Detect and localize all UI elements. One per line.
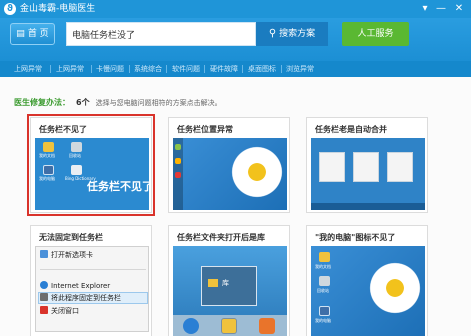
card-title: "我的电脑"图标不见了 [315, 233, 396, 242]
card-thumbnail [173, 138, 287, 210]
taskbar-app-icon [175, 172, 181, 178]
daisy-wallpaper-image [367, 260, 423, 316]
home-icon: ▤ [16, 29, 25, 39]
window-preview [319, 152, 345, 182]
daisy-wallpaper-image [229, 144, 285, 200]
nav-item-network[interactable]: 上网异常 [14, 61, 42, 77]
menu-item: 打开新选项卡 [40, 249, 93, 261]
recycle-bin-icon [319, 276, 330, 286]
nav-divider [91, 65, 92, 73]
tab-icon [40, 250, 48, 258]
search-button-label: 搜索方案 [279, 29, 316, 39]
solution-card-pin-taskbar[interactable]: 无法固定到任务栏 打开新选项卡 Internet Explorer 将此程序固定… [30, 225, 152, 336]
ie-icon [40, 281, 48, 289]
category-nav: 上网异常 上网异常 卡慢问题 系统综合 软件问题 硬件故障 桌面图标 浏览异常 [0, 61, 471, 77]
desktop-icon-label: 我的文档 [315, 264, 331, 269]
menu-item-label: 打开新选项卡 [51, 251, 93, 259]
nav-item-system[interactable]: 系统综合 [134, 61, 162, 77]
menu-item-label: 将此程序固定到任务栏 [51, 294, 121, 302]
taskbar-strip [311, 203, 425, 210]
solution-card-taskbar-library[interactable]: 任务栏文件夹打开后是库 库 [168, 225, 290, 336]
search-icon: ⚲ [268, 28, 277, 39]
menu-item: 关闭窗口 [40, 305, 79, 317]
close-window-icon [40, 306, 48, 314]
title-bar: ϑ 金山毒霸-电脑医生 ▾ — ✕ [0, 0, 471, 18]
menu-item: Internet Explorer [40, 280, 110, 292]
window-preview [387, 152, 413, 182]
desktop-icon-label: 回收站 [317, 288, 329, 293]
media-player-icon [259, 318, 275, 334]
close-icon[interactable]: ✕ [452, 2, 466, 16]
app-logo-icon: ϑ [4, 3, 16, 15]
folder-icon [221, 318, 237, 334]
search-box[interactable] [66, 22, 256, 46]
solution-card-taskbar-position[interactable]: 任务栏位置异常 [168, 117, 290, 213]
library-popup: 库 [201, 266, 257, 306]
repair-method-desc: 选择与您电脑问题相符的方案点击解决。 [95, 99, 222, 107]
header-bar: ▤首 页 ⚲搜索方案 人工服务 [0, 18, 471, 61]
card-thumbnail [311, 138, 425, 210]
menu-item: 将此程序固定到任务栏 [40, 292, 121, 304]
desktop-icon-label: 我的电脑 [315, 318, 331, 323]
taskbar-app-icon [175, 144, 181, 150]
menu-dropdown-icon[interactable]: ▾ [418, 2, 432, 16]
home-button-label: 首 页 [27, 29, 49, 39]
repair-method-line: 医生修复办法： 6个 选择与您电脑问题相符的方案点击解决。 [14, 97, 222, 108]
menu-divider [40, 269, 146, 270]
nav-item-slow[interactable]: 卡慢问题 [96, 61, 124, 77]
library-label: 库 [222, 279, 229, 287]
context-menu-preview: 打开新选项卡 Internet Explorer 将此程序固定到任务栏 关闭窗口 [35, 246, 149, 332]
home-button[interactable]: ▤ 首 页 [10, 23, 55, 45]
card-title: 无法固定到任务栏 [39, 233, 103, 242]
search-button[interactable]: ⚲ 搜索方案 [256, 22, 328, 46]
computer-icon [319, 306, 330, 316]
minimize-icon[interactable]: — [434, 2, 448, 16]
nav-divider [204, 65, 205, 73]
repair-method-count: 6个 [76, 98, 90, 107]
card-thumbnail: 我的文档 回收站 我的电脑 [311, 246, 425, 336]
taskbar-app-icon [175, 158, 181, 164]
nav-item-software[interactable]: 软件问题 [172, 61, 200, 77]
nav-divider [242, 65, 243, 73]
folder-icon [319, 252, 330, 262]
nav-item-network-2[interactable]: 上网异常 [56, 61, 84, 77]
content-area: 医生修复办法： 6个 选择与您电脑问题相符的方案点击解决。 任务栏不见了 我的文档 … [0, 77, 471, 336]
nav-divider [281, 65, 282, 73]
selected-card-highlight [27, 114, 155, 216]
nav-item-desktop-icons[interactable]: 桌面图标 [248, 61, 276, 77]
human-service-button[interactable]: 人工服务 [342, 22, 409, 46]
window-preview [353, 152, 379, 182]
card-title: 任务栏文件夹打开后是库 [177, 233, 265, 242]
solution-card-taskbar-merge[interactable]: 任务栏老是自动合并 [306, 117, 428, 213]
repair-method-label: 医生修复办法： [14, 98, 70, 107]
card-title: 任务栏老是自动合并 [315, 125, 387, 134]
nav-item-hardware[interactable]: 硬件故障 [210, 61, 238, 77]
solution-card-my-computer-missing[interactable]: "我的电脑"图标不见了 我的文档 回收站 我的电脑 [306, 225, 428, 336]
menu-item-label: 关闭窗口 [51, 307, 79, 315]
window-title: 金山毒霸-电脑医生 [20, 4, 96, 14]
nav-item-browser[interactable]: 浏览异常 [286, 61, 314, 77]
pin-icon [40, 293, 48, 301]
ie-icon [183, 318, 199, 334]
menu-item-label: Internet Explorer [51, 282, 111, 290]
card-title: 任务栏位置异常 [177, 125, 233, 134]
library-folder-icon [208, 279, 218, 287]
card-thumbnail: 库 [173, 246, 287, 336]
nav-divider [129, 65, 130, 73]
nav-divider [50, 65, 51, 73]
search-input[interactable] [67, 23, 255, 45]
nav-divider [166, 65, 167, 73]
